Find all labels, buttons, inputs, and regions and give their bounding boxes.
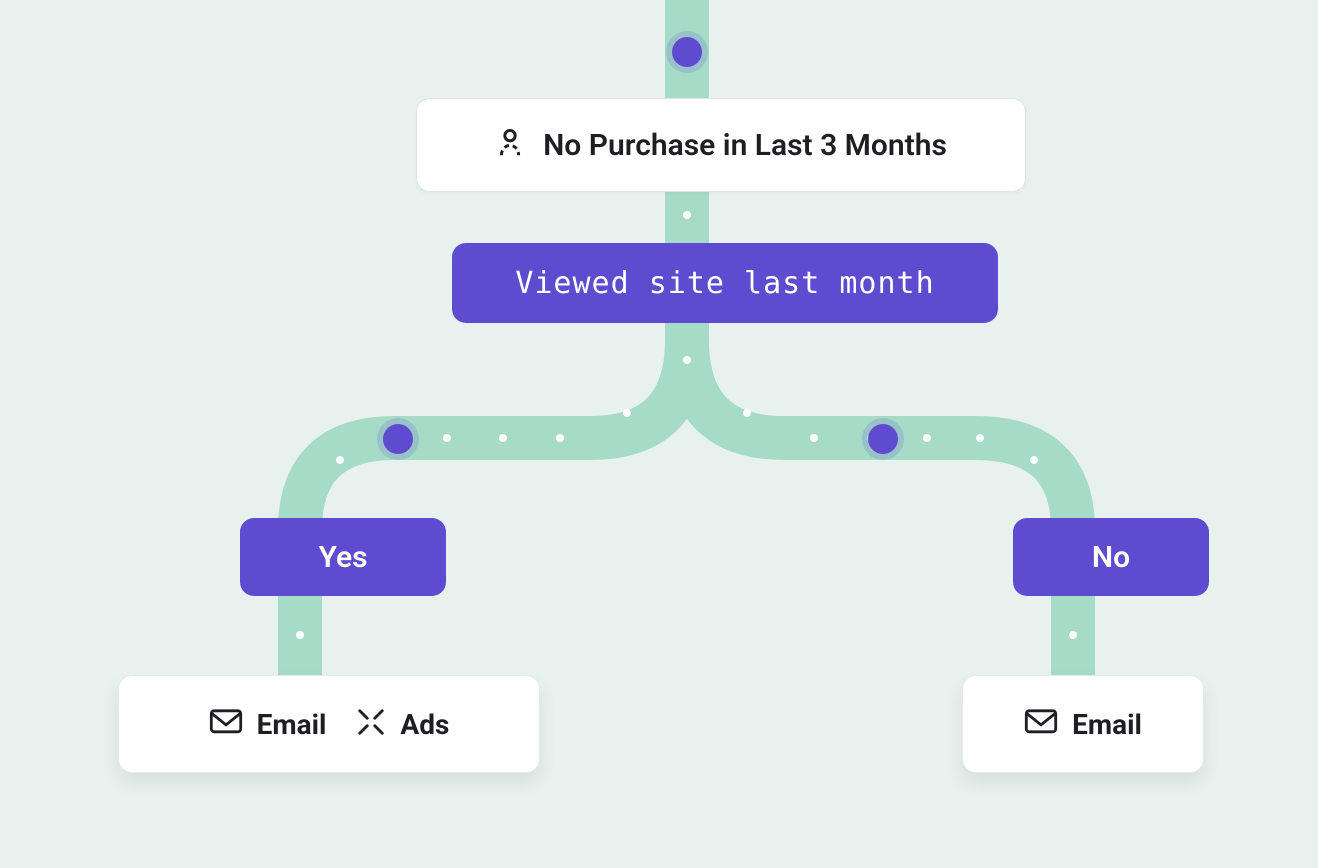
- email-icon: [1024, 708, 1058, 740]
- actions-yes-node[interactable]: Email Ads: [118, 675, 540, 773]
- action-label: Ads: [400, 708, 449, 741]
- person-icon: [495, 127, 525, 163]
- segment-node[interactable]: No Purchase in Last 3 Months: [416, 98, 1026, 192]
- action-email[interactable]: Email: [209, 708, 327, 741]
- email-icon: [209, 708, 243, 740]
- action-ads[interactable]: Ads: [356, 707, 449, 741]
- branch-yes-node[interactable]: Yes: [240, 518, 446, 596]
- ads-icon: [356, 707, 386, 741]
- action-label: Email: [1072, 708, 1142, 741]
- flow-dot: [868, 424, 898, 454]
- flow-dot: [383, 424, 413, 454]
- branch-yes-label: Yes: [318, 540, 367, 575]
- action-email[interactable]: Email: [1024, 708, 1142, 741]
- branch-no-label: No: [1092, 540, 1130, 575]
- condition-node[interactable]: Viewed site last month: [452, 243, 998, 323]
- actions-no-node[interactable]: Email: [962, 675, 1204, 773]
- segment-label: No Purchase in Last 3 Months: [543, 128, 947, 163]
- condition-label: Viewed site last month: [515, 266, 934, 301]
- flow-dot: [672, 37, 702, 67]
- action-label: Email: [257, 708, 327, 741]
- branch-no-node[interactable]: No: [1013, 518, 1209, 596]
